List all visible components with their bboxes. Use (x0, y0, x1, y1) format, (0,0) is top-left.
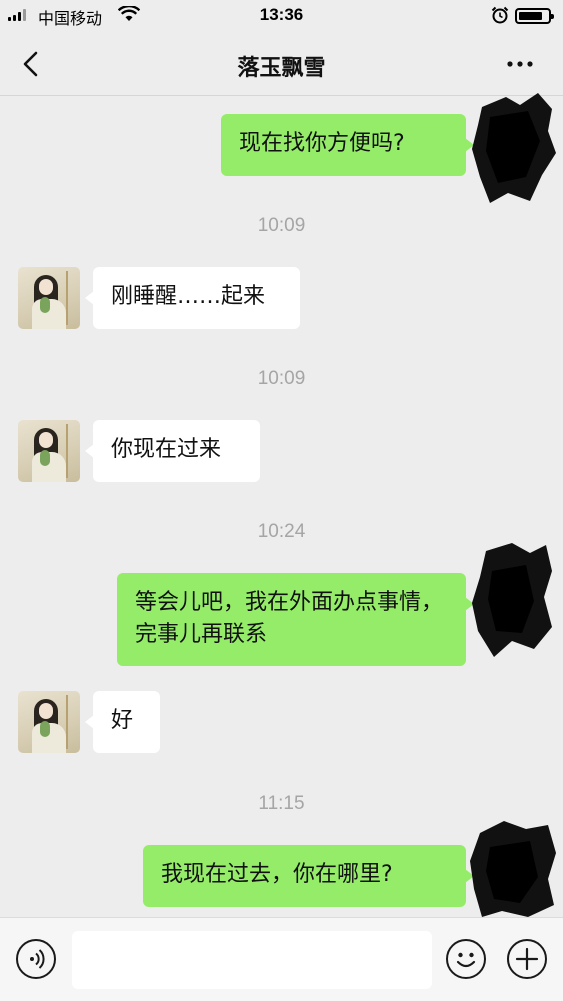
contact-avatar[interactable] (18, 691, 80, 753)
redacted-avatar (472, 93, 556, 203)
message-bubble-in[interactable]: 你现在过来 (85, 420, 260, 482)
contact-avatar[interactable] (18, 267, 80, 329)
more-dots-icon[interactable] (500, 52, 540, 76)
message-bubble-out[interactable]: 等会儿吧，我在外面办点事情，完事儿再联系 (117, 573, 474, 666)
emoji-icon[interactable] (446, 939, 486, 979)
message-text: 我现在过去，你在哪里? (161, 862, 393, 887)
message-bubble-in[interactable]: 刚睡醒……起来 (85, 267, 300, 329)
message-text: 现在找你方便吗? (239, 131, 405, 156)
battery-icon (515, 8, 554, 24)
redacted-avatar (472, 543, 552, 657)
status-bar: 中国移动 13:36 (0, 0, 563, 32)
alarm-icon (491, 6, 509, 24)
page-title: 落玉飘雪 (237, 56, 326, 81)
input-bar (0, 917, 563, 1001)
message-bubble-in[interactable]: 好 (85, 691, 160, 753)
message-bubble-out[interactable]: 现在找你方便吗? (221, 114, 474, 176)
plus-icon[interactable] (507, 939, 547, 979)
message-timestamp: 10:09 (257, 368, 306, 389)
message-timestamp: 11:15 (258, 793, 305, 814)
contact-avatar[interactable] (18, 420, 80, 482)
chat-header: 落玉飘雪 (0, 32, 563, 96)
message-list[interactable]: 现在找你方便吗? 10:09 刚睡醒……起来 10:09 你现在过来 10:24… (0, 93, 563, 917)
message-bubble-out[interactable]: 我现在过去，你在哪里? (143, 845, 474, 907)
status-time: 13:36 (259, 5, 304, 24)
voice-icon[interactable] (16, 939, 56, 979)
message-text: 你现在过来 (111, 437, 222, 462)
message-timestamp: 10:24 (257, 521, 306, 542)
message-timestamp: 10:09 (257, 215, 306, 236)
message-text: 刚睡醒……起来 (111, 284, 266, 309)
message-text: 好 (111, 708, 134, 733)
message-text: 等会儿吧，我在外面办点事情，完事儿再联系 (135, 590, 444, 647)
redacted-avatar (470, 821, 556, 917)
message-input[interactable] (72, 931, 432, 989)
